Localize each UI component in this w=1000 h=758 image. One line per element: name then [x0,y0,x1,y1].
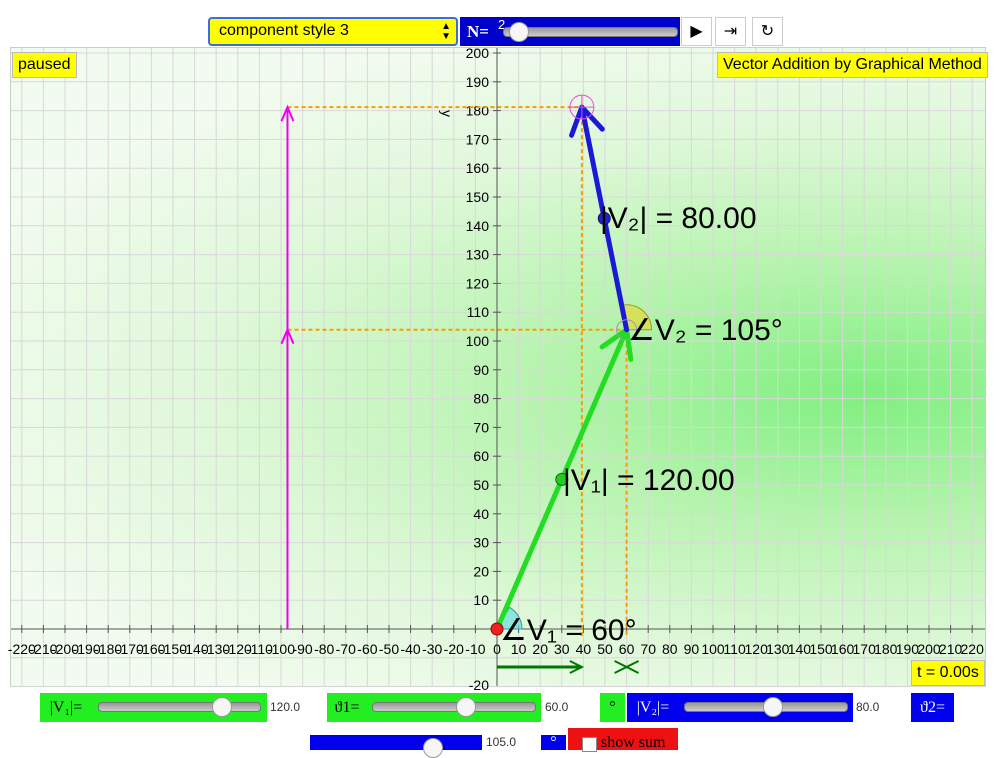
x-tick-label: -10 [465,641,485,657]
x-tick-label: -70 [336,641,356,657]
v1-mag-slider-track[interactable] [98,702,261,712]
y-tick-label: 200 [466,45,490,61]
x-tick-label: -100 [267,641,295,657]
theta2-slider-thumb[interactable] [423,738,443,758]
y-tick-label: 60 [473,448,489,464]
y-tick-label: 50 [473,477,489,493]
y-tick-label: 40 [473,506,489,522]
theta1-label: ϑ1= [327,693,367,722]
x-tick-label: 90 [684,641,700,657]
time-readout: t = 0.00s [911,660,985,686]
theta1-degree: ° [600,693,625,722]
x-tick-label: 70 [640,641,656,657]
x-tick-label: 150 [809,641,833,657]
y-tick-label: 10 [473,592,489,608]
v1-angle-label: ∠V₁ = 60° [500,614,637,647]
y-tick-label: 160 [466,160,490,176]
vector-diagram: yx-220-210-200-190-180-170-160-150-140-1… [8,45,985,693]
y-tick-label: 140 [466,218,490,234]
v2-angle-label: ∠V₂ = 105° [628,314,783,347]
show-sum-label: show sum [601,734,666,751]
y-tick-label: 80 [473,391,489,407]
x-tick-label: 170 [853,641,877,657]
y-tick-label: 120 [466,275,490,291]
theta2-value[interactable]: 105.0 [486,735,516,750]
x-tick-label: 190 [896,641,920,657]
show-sum-toggle[interactable]: show sum [568,728,678,752]
theta2-label: ϑ2= [911,693,954,722]
x-tick-label: 100 [701,641,725,657]
x-tick-label: -50 [379,641,399,657]
y-tick-label: 20 [473,563,489,579]
x-tick-label: 80 [662,641,678,657]
x-tick-label: -20 [444,641,464,657]
x-tick-label: 180 [874,641,898,657]
x-tick-label: -40 [400,641,420,657]
x-tick-label: -80 [314,641,334,657]
v1-magnitude-label: |V₁| = 120.00 [563,464,735,497]
theta2-slider-box [310,735,482,750]
x-tick-label: 110 [723,641,746,657]
x-tick-label: -60 [357,641,377,657]
y-tick-label: 130 [466,247,490,263]
status-label: paused [12,52,77,78]
y-tick-label: 70 [473,419,489,435]
y-tick-label: -20 [469,677,489,693]
x-tick-label: 220 [961,641,985,657]
y-tick-label: 110 [467,304,490,320]
v1-mag-value[interactable]: 120.0 [270,693,325,722]
y-tick-label: 30 [473,535,489,551]
x-tick-label: -90 [292,641,312,657]
x-tick-label: -30 [422,641,442,657]
x-tick-label: 140 [788,641,812,657]
y-tick-label: 150 [466,189,490,205]
theta2-degree: ° [541,735,566,751]
v2-mag-value[interactable]: 80.0 [856,693,906,722]
x-tick-label: 210 [939,641,963,657]
x-component-arrow [624,660,640,674]
x-tick-label: 160 [831,641,855,657]
x-tick-label: 120 [745,641,769,657]
theta1-slider-track[interactable] [372,702,536,712]
theta1-value[interactable]: 60.0 [545,693,595,722]
y-tick-label: 100 [466,333,490,349]
v2-magnitude-label: |V₂| = 80.00 [600,202,757,235]
y-tick-label: 170 [466,131,490,147]
v2-mag-label: |V₂|= [627,693,679,722]
title-label: Vector Addition by Graphical Method [717,52,988,78]
theta1-slider-thumb[interactable] [455,697,476,717]
v1-mag-label: |V₁|= [40,693,92,722]
y-tick-label: 90 [473,362,489,378]
x-tick-label: 200 [917,641,941,657]
y-axis-label: y [439,110,455,117]
x-tick-label: 130 [766,641,790,657]
y-tick-label: 190 [466,74,490,90]
y-tick-label: 180 [466,103,490,119]
